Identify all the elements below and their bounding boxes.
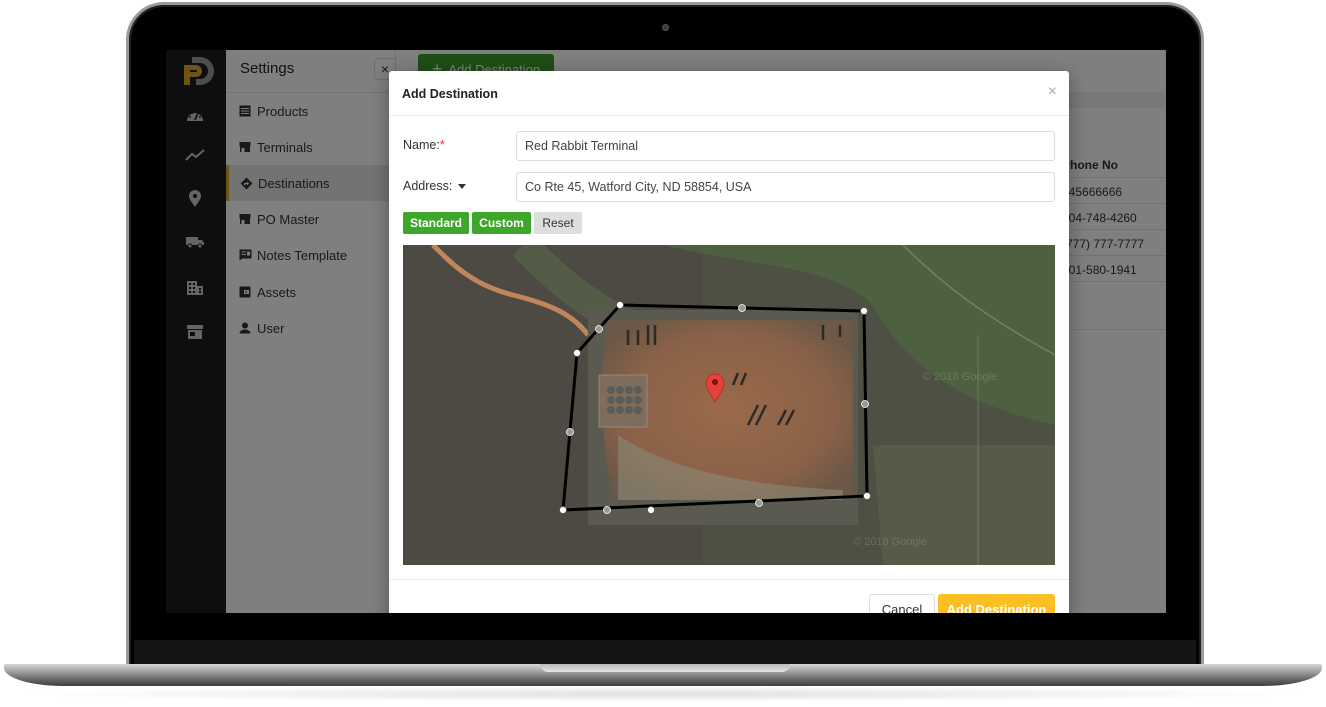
- vertex-handle[interactable]: [860, 307, 868, 315]
- submit-add-destination-button[interactable]: Add Destination: [938, 594, 1055, 613]
- custom-button[interactable]: Custom: [472, 212, 531, 234]
- name-input[interactable]: [516, 131, 1055, 161]
- reset-button[interactable]: Reset: [534, 212, 582, 234]
- laptop-chin: [134, 640, 1196, 664]
- midpoint-handle[interactable]: [566, 428, 574, 436]
- app-screen: Settings × Products Terminals Destinatio…: [166, 50, 1166, 613]
- map-watermark: © 2018 Google: [853, 536, 927, 548]
- vertex-handle[interactable]: [863, 492, 871, 500]
- address-input[interactable]: [516, 172, 1055, 202]
- vertex-handle[interactable]: [573, 349, 581, 357]
- cancel-button[interactable]: Cancel: [869, 594, 935, 613]
- name-label-text: Name:: [403, 138, 440, 152]
- midpoint-handle[interactable]: [755, 499, 763, 507]
- webcam: [662, 24, 669, 31]
- standard-button[interactable]: Standard: [403, 212, 469, 234]
- midpoint-handle[interactable]: [861, 400, 869, 408]
- modal-footer-divider: [389, 579, 1069, 580]
- midpoint-handle[interactable]: [595, 325, 603, 333]
- required-marker: *: [439, 138, 445, 152]
- satellite-map[interactable]: © 2018 Google © 2018 Google: [403, 245, 1055, 565]
- address-label-text: Address:: [403, 179, 453, 193]
- laptop-notch: [540, 664, 790, 672]
- laptop-shadow: [10, 686, 1316, 702]
- modal-title: Add Destination: [402, 87, 498, 101]
- modal-close-icon[interactable]: ×: [1048, 83, 1057, 101]
- vertex-handle[interactable]: [559, 506, 567, 514]
- midpoint-handle[interactable]: [738, 304, 746, 312]
- add-destination-modal: Add Destination × Name:* Address: Standa…: [389, 71, 1069, 613]
- modal-header: Add Destination ×: [389, 71, 1069, 116]
- vertex-handle[interactable]: [647, 506, 655, 514]
- midpoint-handle[interactable]: [603, 506, 611, 514]
- caret-down-icon[interactable]: [458, 184, 467, 190]
- laptop-mockup: Settings × Products Terminals Destinatio…: [0, 0, 1326, 707]
- map-canvas[interactable]: © 2018 Google © 2018 Google: [403, 245, 1055, 565]
- map-watermark: © 2018 Google: [923, 371, 997, 383]
- vertex-handle[interactable]: [616, 301, 624, 309]
- name-label: Name:*: [403, 138, 445, 152]
- address-label[interactable]: Address:: [403, 179, 467, 193]
